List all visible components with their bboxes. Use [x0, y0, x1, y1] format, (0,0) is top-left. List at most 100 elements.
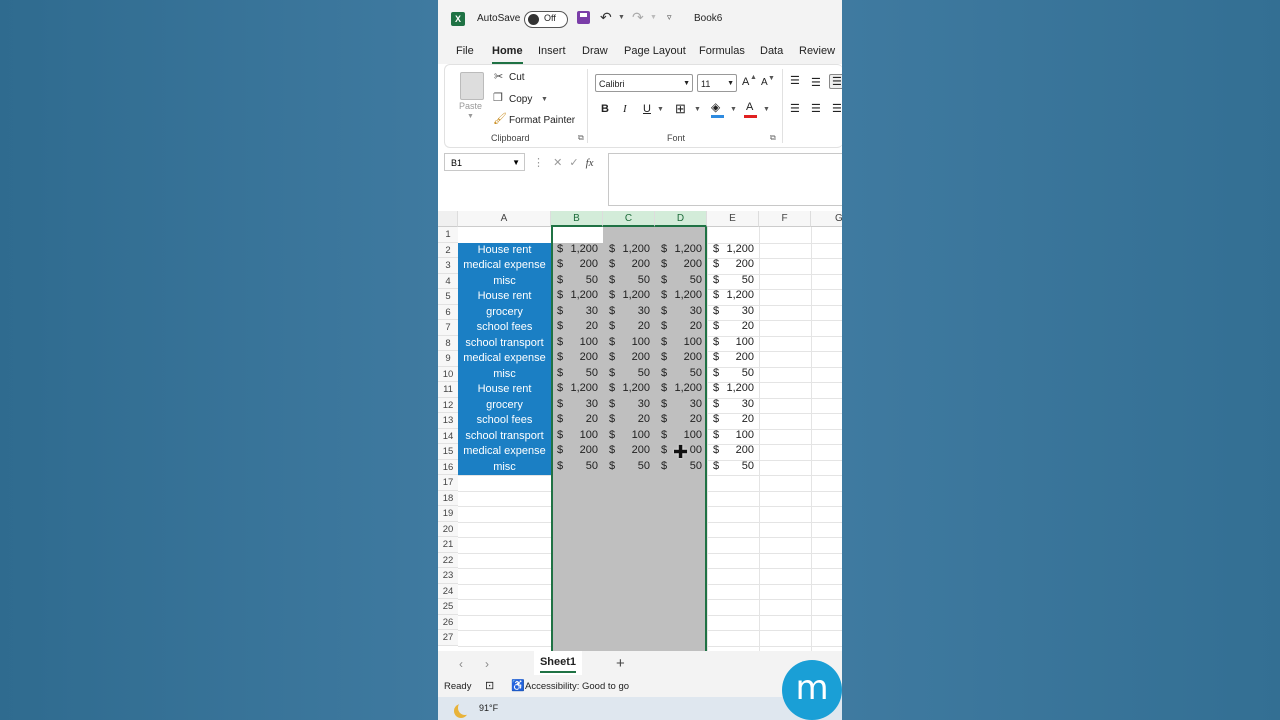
- amount-cell-c[interactable]: 100: [617, 429, 650, 441]
- amount-cell-c[interactable]: 1,200: [617, 243, 650, 255]
- amount-cell-d[interactable]: 200: [669, 258, 702, 270]
- row-header[interactable]: 19: [438, 506, 458, 522]
- column-header-c[interactable]: C: [603, 211, 655, 227]
- amount-cell-b[interactable]: 30: [565, 398, 598, 410]
- row-header[interactable]: 9: [438, 351, 458, 367]
- column-header-b[interactable]: B: [551, 211, 603, 227]
- row-header[interactable]: 11: [438, 382, 458, 398]
- grow-font-button[interactable]: A: [742, 76, 749, 88]
- row-header[interactable]: 13: [438, 413, 458, 429]
- amount-cell-e[interactable]: 1,200: [721, 382, 754, 394]
- worksheet-grid[interactable]: A B C D E F G 1 2 3 4 5 6 7 8 9 10 11 12 13 14 15 16 17 1…: [438, 211, 842, 651]
- autosave-toggle[interactable]: Off: [524, 11, 568, 28]
- row-header[interactable]: 15: [438, 444, 458, 460]
- amount-cell-e[interactable]: 1,200: [721, 243, 754, 255]
- borders-icon[interactable]: ⊞: [675, 101, 686, 117]
- column-header-f[interactable]: F: [759, 211, 811, 227]
- accessibility-icon[interactable]: ♿: [511, 679, 525, 692]
- category-cell[interactable]: House rent: [458, 289, 551, 305]
- amount-cell-e[interactable]: 100: [721, 429, 754, 441]
- borders-dropdown-icon[interactable]: ▼: [694, 106, 701, 113]
- row-header[interactable]: 5: [438, 289, 458, 305]
- more-icon[interactable]: ⋮: [533, 157, 544, 169]
- name-box[interactable]: B1 ▼: [444, 153, 525, 171]
- amount-cell-e[interactable]: 30: [721, 305, 754, 317]
- amount-cell-b[interactable]: 200: [565, 444, 598, 456]
- category-cell[interactable]: medical expense: [458, 444, 551, 460]
- font-launcher-icon[interactable]: ⧉: [770, 133, 776, 143]
- undo-icon[interactable]: ↶: [600, 9, 612, 26]
- amount-cell-d[interactable]: 30: [669, 398, 702, 410]
- tab-home[interactable]: Home: [492, 45, 523, 64]
- tab-formulas[interactable]: Formulas: [699, 45, 745, 57]
- amount-cell-c[interactable]: 20: [617, 413, 650, 425]
- amount-cell-c[interactable]: 1,200: [617, 289, 650, 301]
- amount-cell-d[interactable]: 30: [669, 305, 702, 317]
- amount-cell-c[interactable]: 50: [617, 460, 650, 472]
- amount-cell-b[interactable]: 100: [565, 429, 598, 441]
- row-header[interactable]: 16: [438, 459, 458, 475]
- category-cell[interactable]: misc: [458, 273, 551, 289]
- macro-record-icon[interactable]: ⊡: [485, 679, 494, 692]
- row-header[interactable]: 10: [438, 366, 458, 382]
- paste-dropdown-icon[interactable]: ▼: [467, 113, 474, 120]
- amount-cell-b[interactable]: 50: [565, 367, 598, 379]
- tab-data[interactable]: Data: [760, 45, 783, 57]
- paste-icon[interactable]: [460, 72, 484, 100]
- amount-cell-c[interactable]: 100: [617, 336, 650, 348]
- category-cell[interactable]: grocery: [458, 397, 551, 413]
- amount-cell-c[interactable]: 200: [617, 258, 650, 270]
- row-header[interactable]: 22: [438, 552, 458, 568]
- insert-function-button[interactable]: fx: [586, 157, 594, 169]
- amount-cell-c[interactable]: 200: [617, 351, 650, 363]
- amount-cell-e[interactable]: 30: [721, 398, 754, 410]
- align-middle-icon[interactable]: ☰: [811, 76, 821, 89]
- category-cell[interactable]: House rent: [458, 242, 551, 258]
- amount-cell-b[interactable]: 200: [565, 351, 598, 363]
- row-header[interactable]: 20: [438, 521, 458, 537]
- tab-page-layout[interactable]: Page Layout: [624, 45, 686, 57]
- category-cell[interactable]: medical expense: [458, 258, 551, 274]
- row-header[interactable]: 14: [438, 428, 458, 444]
- column-header-g[interactable]: G: [811, 211, 842, 227]
- row-header[interactable]: 21: [438, 537, 458, 553]
- category-cell[interactable]: medical expense: [458, 351, 551, 367]
- font-name-select[interactable]: Calibri ▼: [595, 74, 693, 92]
- row-header[interactable]: 24: [438, 583, 458, 599]
- amount-cell-e[interactable]: 200: [721, 258, 754, 270]
- align-left-icon[interactable]: ☰: [790, 102, 800, 115]
- amount-cell-d[interactable]: 1,200: [669, 382, 702, 394]
- amount-cell-d[interactable]: 1,200: [669, 289, 702, 301]
- format-painter-button[interactable]: Format Painter: [509, 115, 575, 126]
- chevron-left-icon[interactable]: ‹: [459, 657, 463, 671]
- cancel-icon[interactable]: ✕: [553, 157, 562, 169]
- cut-button[interactable]: Cut: [509, 72, 525, 83]
- amount-cell-e[interactable]: 200: [721, 444, 754, 456]
- tab-review[interactable]: Review: [799, 45, 835, 57]
- fill-color-icon[interactable]: ◈: [711, 100, 720, 114]
- column-header-d[interactable]: D: [655, 211, 707, 227]
- amount-cell-c[interactable]: 50: [617, 367, 650, 379]
- underline-dropdown-icon[interactable]: ▼: [657, 106, 664, 113]
- copy-icon[interactable]: ❐: [493, 91, 503, 104]
- redo-icon[interactable]: ↷: [632, 9, 644, 26]
- category-cell[interactable]: school transport: [458, 335, 551, 351]
- amount-cell-d[interactable]: 100: [669, 429, 702, 441]
- amount-cell-b[interactable]: 200: [565, 258, 598, 270]
- amount-cell-b[interactable]: 20: [565, 320, 598, 332]
- italic-button[interactable]: I: [623, 103, 627, 115]
- amount-cell-d[interactable]: 50: [669, 274, 702, 286]
- fill-color-dropdown-icon[interactable]: ▼: [730, 106, 737, 113]
- amount-cell-c[interactable]: 50: [617, 274, 650, 286]
- category-cell[interactable]: House rent: [458, 382, 551, 398]
- align-bottom-icon[interactable]: ☰: [829, 74, 842, 89]
- row-header[interactable]: 18: [438, 490, 458, 506]
- paste-label[interactable]: Paste: [459, 101, 482, 111]
- amount-cell-b[interactable]: 100: [565, 336, 598, 348]
- font-color-button[interactable]: A: [746, 101, 753, 113]
- copy-dropdown-icon[interactable]: ▼: [541, 96, 548, 103]
- font-color-dropdown-icon[interactable]: ▼: [763, 106, 770, 113]
- amount-cell-c[interactable]: 200: [617, 444, 650, 456]
- row-header[interactable]: 12: [438, 397, 458, 413]
- row-header[interactable]: 6: [438, 304, 458, 320]
